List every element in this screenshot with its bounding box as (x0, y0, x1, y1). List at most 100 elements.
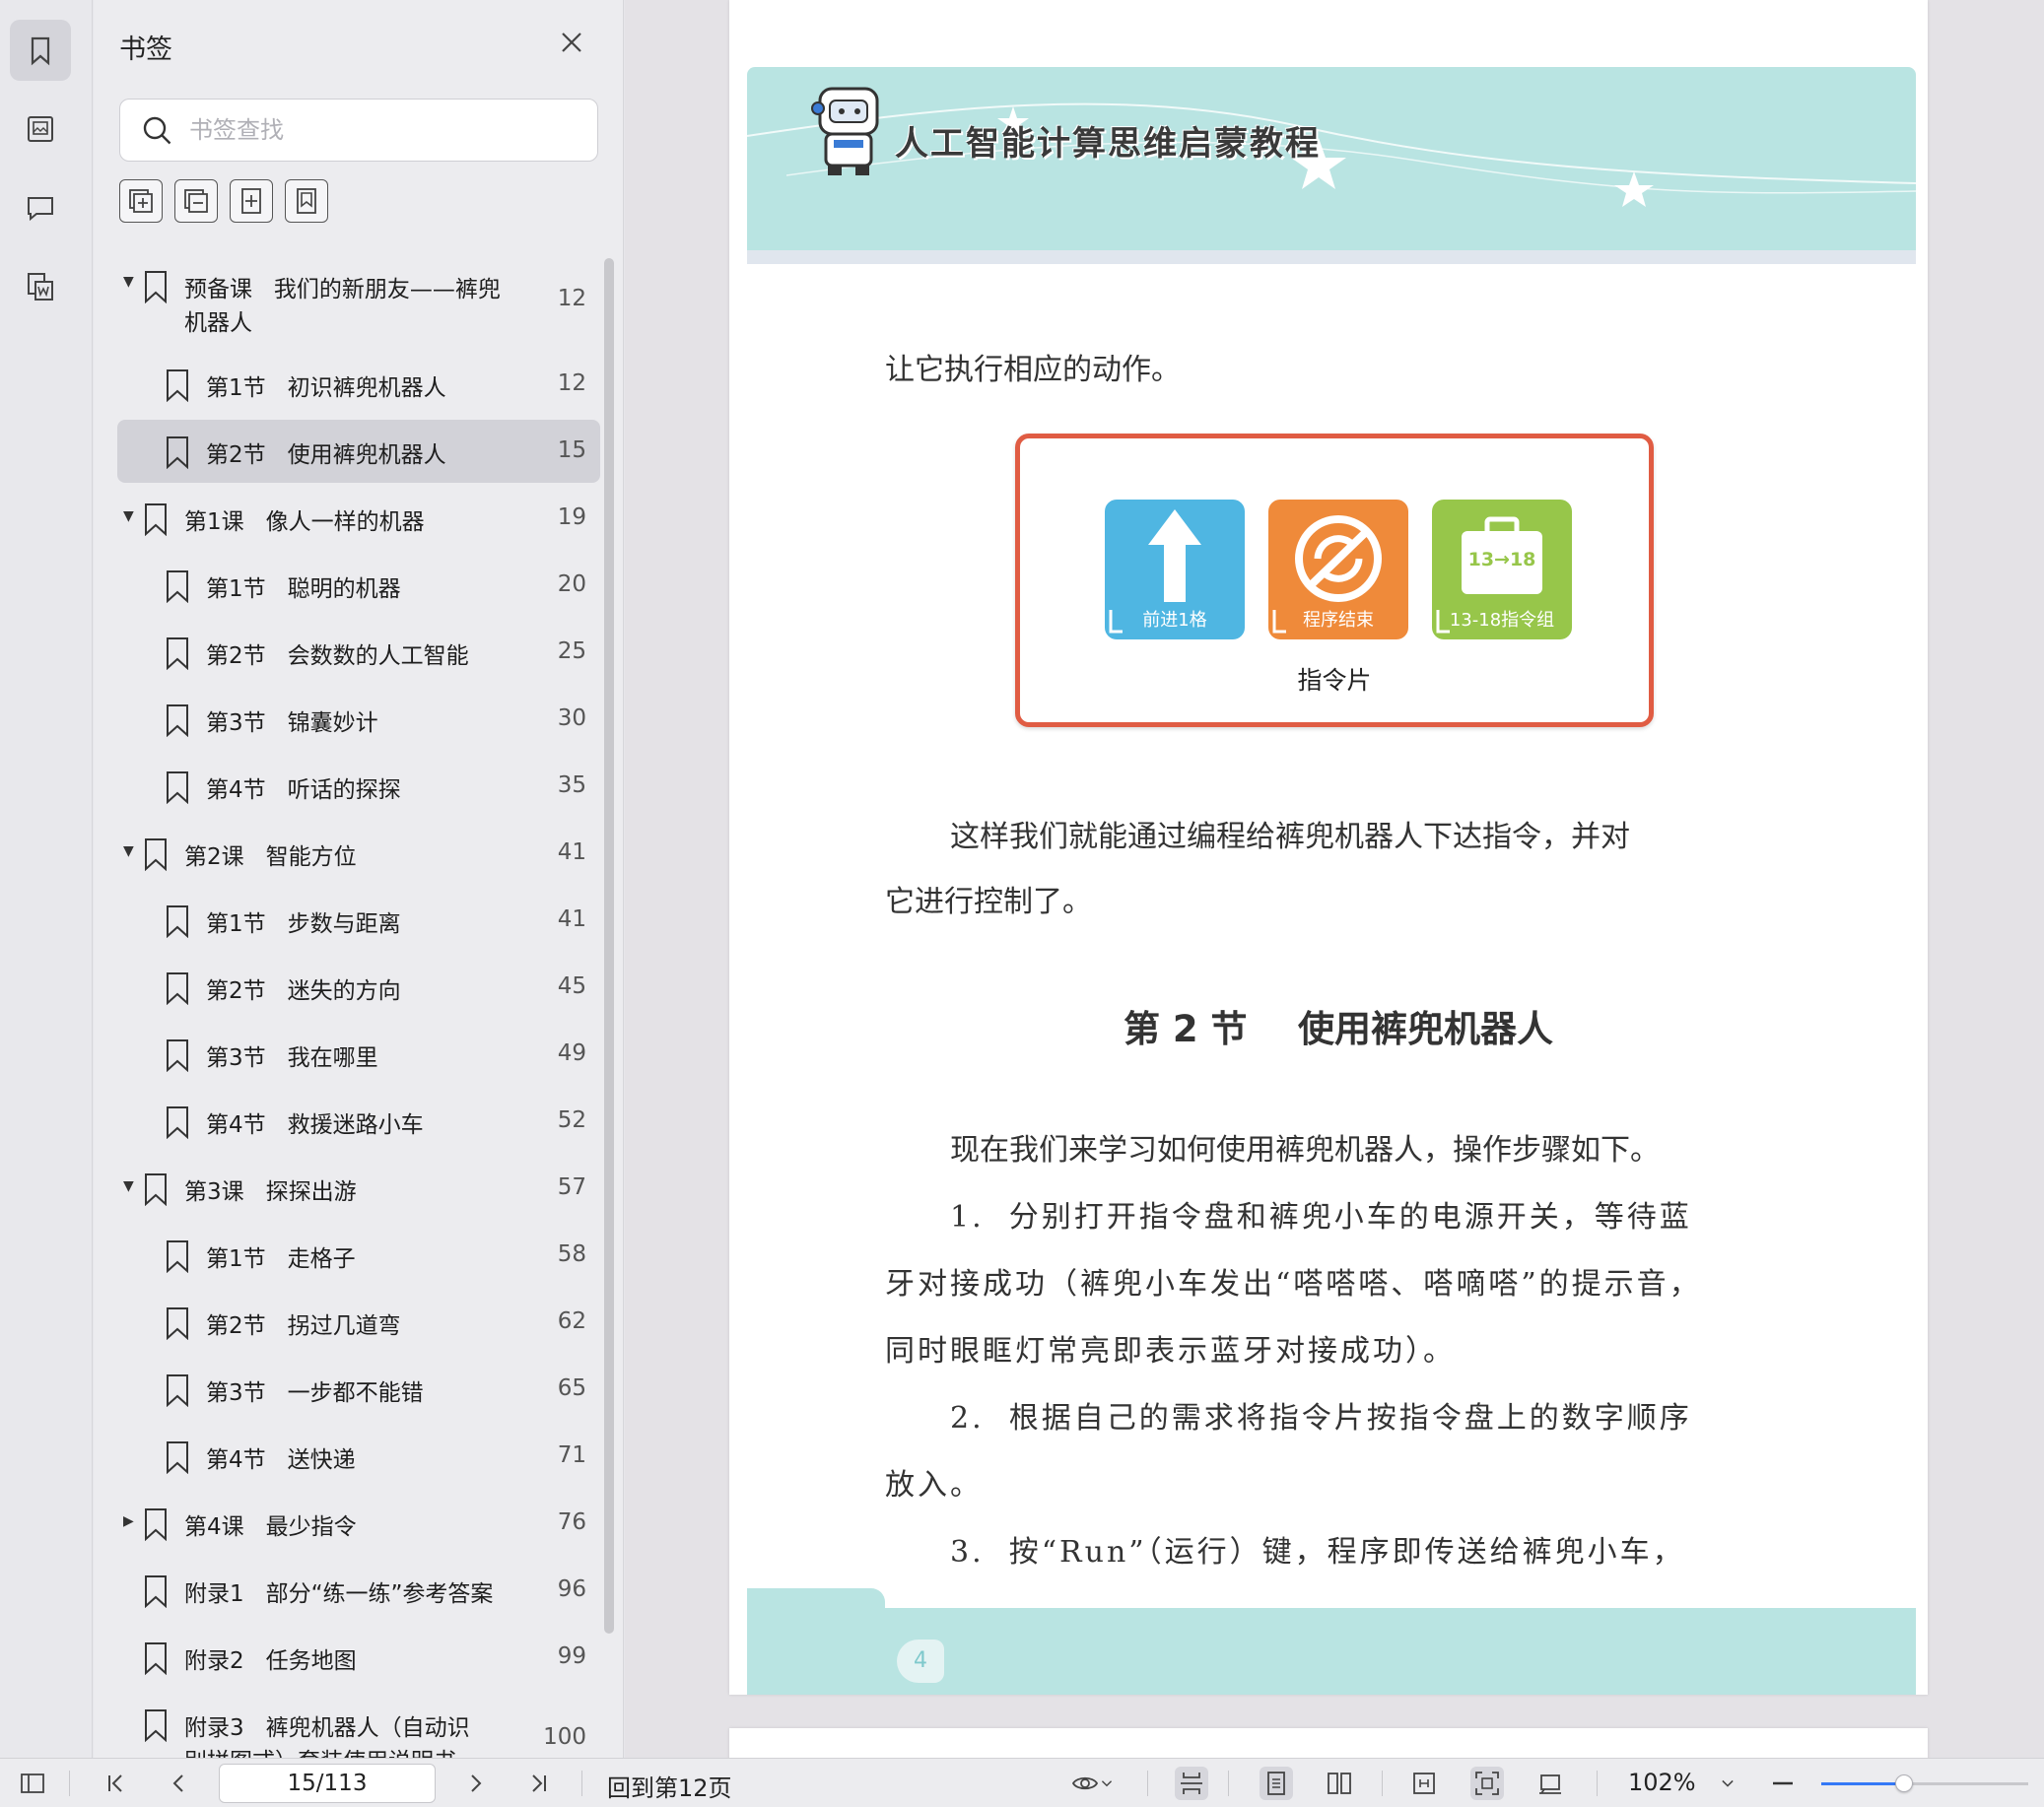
caret-down-icon[interactable]: ▼ (123, 843, 139, 859)
bookmark-item[interactable]: ▶ 第4课 最少指令 76 (117, 1492, 600, 1555)
bookmark-item[interactable]: ▼ 预备课 我们的新朋友——裤兜 机器人 12 (117, 254, 600, 337)
bookmark-page-number: 58 (557, 1241, 586, 1267)
bookmark-item[interactable]: 第1节 初识裤兜机器人 12 (117, 353, 600, 416)
bookmark-label: 第1节 走格子 (206, 1246, 356, 1272)
bookmark-label: 第2节 会数数的人工智能 (206, 643, 469, 669)
bookmark-button[interactable] (285, 179, 328, 223)
bookmark-icon (167, 704, 188, 737)
caret-down-icon[interactable]: ▼ (123, 1178, 139, 1194)
comment-icon (28, 197, 53, 222)
bookmark-item[interactable]: 第1节 聪明的机器 20 (117, 554, 600, 617)
zoom-out-button[interactable] (1766, 1767, 1800, 1800)
bookmark-page-number: 57 (557, 1174, 586, 1200)
separator (1597, 1771, 1598, 1796)
bookmark-item[interactable]: 第3节 锦囊妙计 30 (117, 688, 600, 751)
bookmark-label: 附录1 部分“练一练”参考答案 (184, 1581, 494, 1607)
last-page-button[interactable] (522, 1767, 556, 1800)
bookmark-label: 附录3 裤兜机器人（自动识 (184, 1715, 470, 1741)
bookmark-item[interactable]: 附录3 裤兜机器人（自动识别拼图式）套装使用说明书 100 (117, 1693, 600, 1758)
zoom-slider-fill (1821, 1782, 1904, 1785)
bookmark-item[interactable]: 第1节 步数与距离 41 (117, 889, 600, 952)
forward-card: 前进1格 (1105, 500, 1245, 639)
bookmark-label: 第2节 迷失的方向 (206, 978, 401, 1004)
zoom-slider[interactable] (1821, 1774, 2028, 1792)
bookmark-item[interactable]: 附录2 任务地图 99 (117, 1626, 600, 1689)
bookmark-item[interactable]: 第1节 走格子 58 (117, 1224, 600, 1287)
bookmark-scrollbar[interactable] (604, 258, 614, 1634)
bookmark-page-number: 12 (557, 286, 586, 311)
bookmark-icon (167, 972, 188, 1005)
bookmark-label: 第1节 初识裤兜机器人 (206, 375, 446, 401)
bookmark-item[interactable]: 第2节 使用裤兜机器人 15 (117, 420, 600, 483)
step-text: 牙对接成功（裤兜小车发出“嗒嗒嗒、嗒嘀嗒”的提示音， (885, 1267, 1702, 1302)
add-bookmark-button[interactable] (230, 179, 273, 223)
separator (1382, 1771, 1383, 1796)
minus-icon (1773, 1781, 1793, 1785)
step-text: 放入。 (885, 1468, 983, 1503)
close-icon[interactable] (557, 28, 586, 57)
bookmark-item[interactable]: 第2节 迷失的方向 45 (117, 956, 600, 1019)
bookmark-item[interactable]: ▼ 第1课 像人一样的机器 19 (117, 487, 600, 550)
next-document-page (729, 1728, 1928, 1758)
page-footer-tab (747, 1588, 885, 1610)
two-page-button[interactable] (1323, 1767, 1356, 1800)
bookmark-page-number: 71 (557, 1442, 586, 1468)
bookmark-item[interactable]: ▼ 第2课 智能方位 41 (117, 822, 600, 885)
bookmark-icon (167, 905, 188, 938)
card-label: 13-18指令组 (1449, 610, 1555, 631)
bookmark-item[interactable]: 第3节 一步都不能错 65 (117, 1358, 600, 1421)
bookmark-item[interactable]: 第3节 我在哪里 49 (117, 1023, 600, 1086)
next-page-button[interactable] (459, 1767, 493, 1800)
bookmark-item[interactable]: 附录1 部分“练一练”参考答案 96 (117, 1559, 600, 1622)
paragraph-text: 它进行控制了。 (885, 885, 1092, 919)
bookmark-search-input[interactable] (189, 109, 583, 151)
robot-mascot-icon (811, 87, 879, 175)
zoom-dropdown-button[interactable] (1711, 1767, 1744, 1800)
bookmark-item[interactable]: ▼ 第3课 探探出游 57 (117, 1157, 600, 1220)
thumbnails-panel-button[interactable] (10, 99, 71, 160)
single-page-icon (1267, 1772, 1285, 1795)
caret-down-icon[interactable]: ▼ (123, 508, 139, 524)
toggle-sidebar-button[interactable] (16, 1767, 49, 1800)
bookmarks-panel-button[interactable] (10, 20, 71, 81)
bookmark-item[interactable]: 第2节 会数数的人工智能 25 (117, 621, 600, 684)
document-viewer[interactable]: 人工智能计算思维启蒙教程 让它执行相应的动作。 前进1格 程序结束 13→18 … (625, 0, 2044, 1758)
bookmark-item[interactable]: 第4节 救援迷路小车 52 (117, 1090, 600, 1153)
separator (69, 1771, 70, 1796)
zoom-slider-handle[interactable] (1895, 1774, 1913, 1792)
view-mode-button[interactable] (1064, 1767, 1122, 1800)
page-header-banner (747, 67, 1916, 264)
bookmark-item[interactable]: 第2节 拐过几道弯 62 (117, 1291, 600, 1354)
single-page-button[interactable] (1260, 1767, 1293, 1800)
bookmark-item[interactable]: 第4节 送快递 71 (117, 1425, 600, 1488)
go-back-link[interactable]: 回到第12页 (607, 1769, 732, 1803)
continuous-scroll-button[interactable] (1175, 1767, 1208, 1800)
expand-all-button[interactable] (119, 179, 163, 223)
fit-page-button[interactable] (1470, 1767, 1504, 1800)
bookmark-icon (167, 1374, 188, 1407)
bookmark-icon (145, 271, 167, 303)
bookmark-label: 第4节 救援迷路小车 (206, 1112, 424, 1138)
caret-down-icon[interactable]: ▼ (123, 274, 139, 290)
bookmark-icon (145, 1508, 167, 1541)
caret-right-icon[interactable]: ▶ (123, 1513, 139, 1529)
rotate-button[interactable] (1533, 1767, 1567, 1800)
bookmark-page-number: 99 (557, 1643, 586, 1669)
chevron-down-icon (1101, 1780, 1113, 1787)
bookmark-search-field[interactable] (119, 99, 598, 162)
bookmark-icon (167, 1106, 188, 1139)
page-number-input[interactable]: 15/113 (219, 1764, 436, 1803)
attachments-panel-button[interactable] (10, 256, 71, 317)
bookmark-outline-icon (297, 188, 316, 214)
collapse-all-button[interactable] (174, 179, 218, 223)
zoom-level[interactable]: 102% (1628, 1769, 1696, 1796)
comments-panel-button[interactable] (10, 177, 71, 238)
bookmark-icon (145, 1709, 167, 1742)
sidebar-icon (21, 1774, 44, 1793)
fit-width-button[interactable] (1407, 1767, 1441, 1800)
bookmark-item[interactable]: 第4节 听话的探探 35 (117, 755, 600, 818)
figure-caption: 指令片 (1297, 666, 1372, 695)
first-page-button[interactable] (99, 1767, 132, 1800)
bookmark-icon (167, 637, 188, 670)
previous-page-button[interactable] (162, 1767, 195, 1800)
